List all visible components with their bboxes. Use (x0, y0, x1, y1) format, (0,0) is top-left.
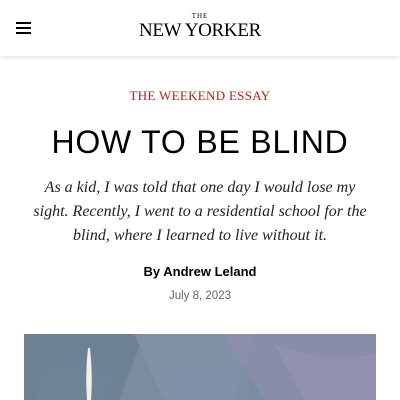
hero-illustration (24, 334, 376, 400)
author-link[interactable]: Andrew Leland (163, 264, 256, 279)
byline: By Andrew Leland (0, 264, 400, 279)
byline-prefix: By (143, 264, 161, 279)
logo-the: THE (191, 12, 209, 20)
article-dek: As a kid, I was told that one day I woul… (33, 179, 367, 244)
article-headline: HOW TO BE BLIND (51, 124, 349, 160)
site-header: THE NEW YORKER (0, 0, 400, 56)
publish-date: July 8, 2023 (168, 290, 231, 302)
rubric-link[interactable]: THE WEEKEND ESSAY (0, 88, 400, 104)
hero-illustration-art (24, 334, 376, 400)
new-yorker-logo[interactable]: THE NEW YORKER (0, 12, 400, 41)
logo-name: NEW YORKER (138, 20, 262, 41)
